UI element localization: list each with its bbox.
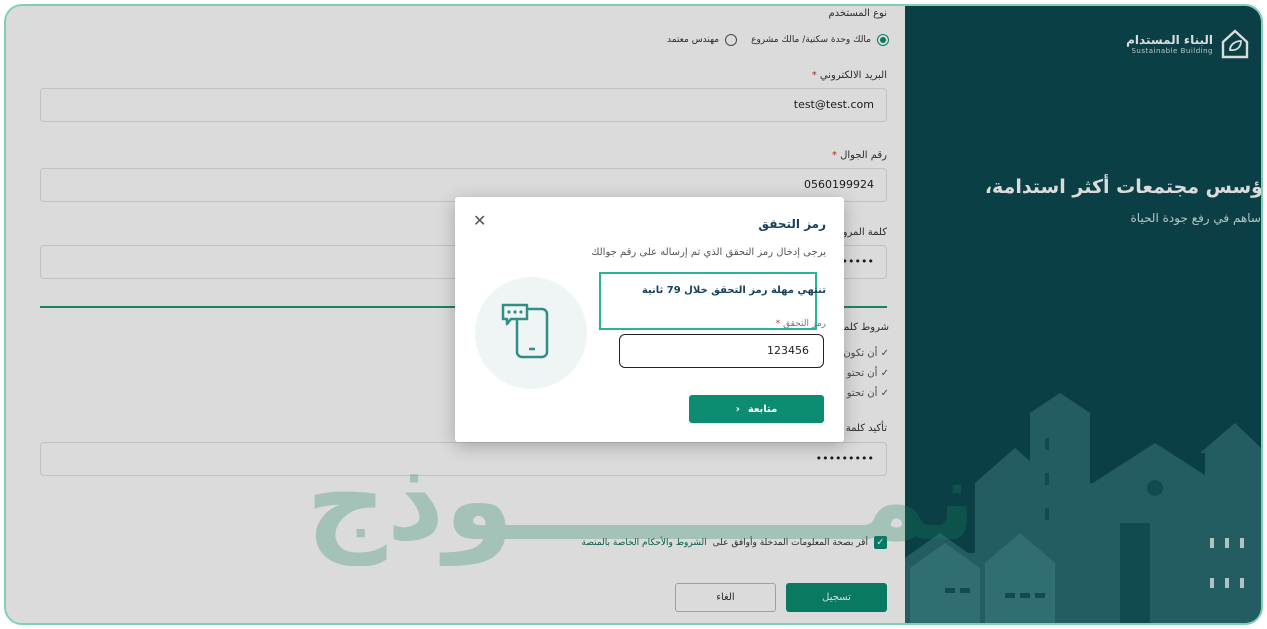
phone-message-icon [475, 277, 587, 389]
continue-button[interactable]: متابعة ‹ [689, 395, 824, 423]
otp-modal: ✕ رمز التحقق يرجى إدخال رمز التحقق الذي … [455, 197, 844, 442]
close-icon[interactable]: ✕ [473, 211, 486, 230]
otp-code-label: رمز التحقق * [776, 319, 826, 329]
otp-timer-text: تنتهي مهلة رمز التحقق خلال 79 ثانية [641, 285, 826, 296]
modal-description: يرجى إدخال رمز التحقق الذي تم إرساله على… [591, 247, 826, 258]
otp-code-label-text: رمز التحقق [783, 319, 826, 329]
modal-title: رمز التحقق [758, 217, 826, 231]
required-mark: * [775, 319, 781, 329]
continue-label: متابعة [747, 403, 778, 415]
otp-code-input[interactable]: 123456 [619, 334, 824, 368]
chevron-left-icon: ‹ [735, 403, 740, 415]
app-frame: نوع المستخدم مالك وحدة سكنية/ مالك مشروع… [4, 4, 1263, 625]
